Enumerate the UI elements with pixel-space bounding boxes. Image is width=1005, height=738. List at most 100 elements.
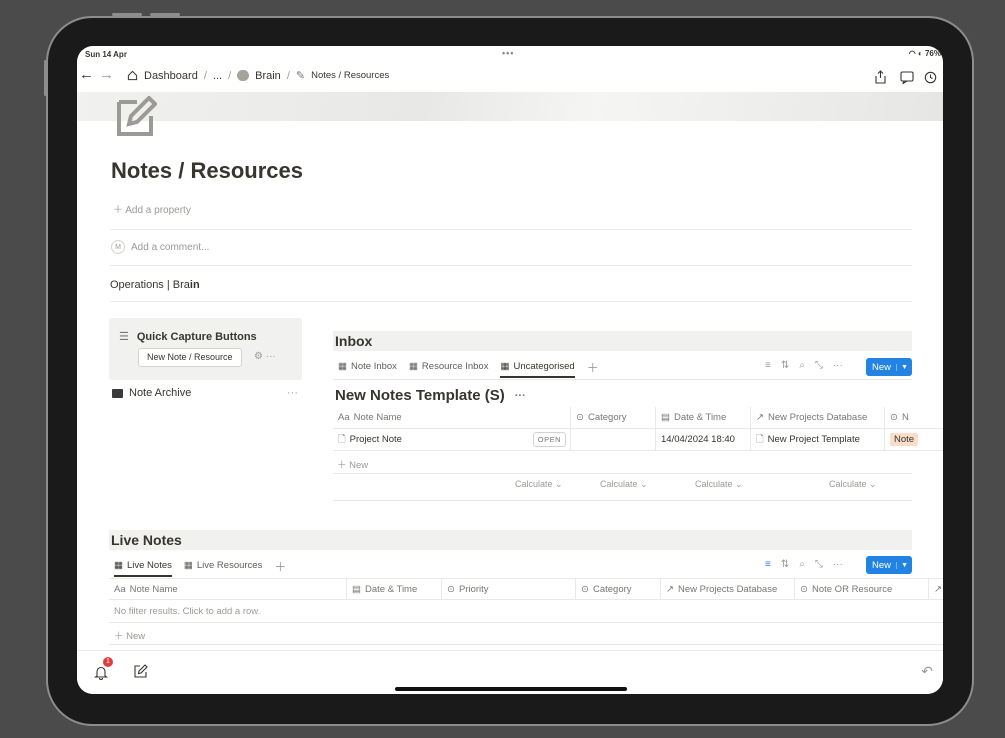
column-projects[interactable]: ↗ New Projects Database bbox=[751, 407, 885, 428]
more-icon[interactable]: ··· bbox=[287, 387, 298, 399]
add-row[interactable]: ＋ New bbox=[337, 457, 368, 471]
more-icon[interactable]: ··· bbox=[833, 559, 843, 570]
settings-icon[interactable]: ⚙ bbox=[254, 351, 263, 362]
add-row-label: New bbox=[349, 460, 369, 471]
column-n[interactable]: ⊙ N bbox=[885, 407, 943, 428]
back-arrow-icon[interactable]: ← bbox=[79, 66, 94, 83]
operations-link[interactable]: Operations | Brain bbox=[110, 279, 200, 291]
column-note-or-resource[interactable]: ⊙ Note OR Resource bbox=[795, 579, 929, 599]
add-comment[interactable]: M Add a comment... bbox=[111, 240, 209, 254]
forward-arrow-icon[interactable]: → bbox=[99, 66, 114, 83]
column-date-time[interactable]: ▤ Date & Time bbox=[347, 579, 442, 599]
operations-link-text: Operations | Bra bbox=[110, 279, 190, 291]
select-icon: ⊙ bbox=[890, 412, 898, 423]
no-filter-results[interactable]: No filter results. Click to add a row. bbox=[114, 606, 260, 617]
cell-project[interactable]: 🗋 New Project Template bbox=[751, 429, 885, 450]
tab-label: Note Inbox bbox=[350, 360, 397, 372]
tab-label: Uncategorised bbox=[513, 360, 575, 372]
column-label: Date & Time bbox=[673, 412, 727, 423]
column-projects[interactable]: ↗ New Projects Database bbox=[661, 579, 795, 599]
calculate-dropdown[interactable]: Calculate ⌄ bbox=[515, 479, 563, 490]
add-property[interactable]: ＋ Add a property bbox=[113, 201, 191, 216]
inbox-header[interactable]: Inbox bbox=[333, 331, 912, 351]
wifi-icon: ◠ bbox=[908, 49, 916, 58]
divider bbox=[110, 301, 912, 302]
column-date-time[interactable]: ▤ Date & Time bbox=[656, 407, 751, 428]
calculate-label: Calculate bbox=[695, 479, 733, 489]
new-button-label: New bbox=[872, 559, 892, 571]
cell-tag[interactable]: Note bbox=[885, 429, 943, 450]
more-icon[interactable]: ··· bbox=[266, 351, 276, 362]
page-title[interactable]: Notes / Resources bbox=[111, 158, 303, 184]
cell-date[interactable]: 14/04/2024 18:40 bbox=[656, 429, 751, 450]
note-archive-label: Note Archive bbox=[129, 387, 192, 399]
open-button[interactable]: OPEN bbox=[532, 432, 566, 447]
add-row[interactable]: ＋ New bbox=[114, 628, 145, 642]
calculate-dropdown[interactable]: Calculate ⌄ bbox=[829, 479, 877, 490]
filter-icon[interactable]: ≡ bbox=[765, 559, 771, 570]
search-icon[interactable]: ⌕ bbox=[799, 559, 805, 570]
breadcrumb-dashboard[interactable]: Dashboard bbox=[144, 70, 198, 82]
multitask-dots[interactable]: ••• bbox=[502, 48, 514, 58]
search-icon[interactable]: ⌕ bbox=[799, 360, 805, 371]
history-clock-icon[interactable] bbox=[924, 68, 937, 84]
add-view-icon[interactable]: ＋ bbox=[587, 359, 599, 376]
select-icon: ⊙ bbox=[581, 583, 589, 595]
tab-note-inbox[interactable]: ▦ Note Inbox bbox=[338, 356, 397, 378]
calculate-dropdown[interactable]: Calculate ⌄ bbox=[600, 479, 648, 490]
expand-icon[interactable]: ⤡ bbox=[815, 360, 823, 371]
filter-icon[interactable]: ≡ bbox=[765, 360, 771, 371]
column-label: Note Name bbox=[129, 583, 178, 595]
expand-icon[interactable]: ⤡ bbox=[815, 559, 823, 570]
screen: Sun 14 Apr ••• ◠ ◐ 76% ← → Dashboard / .… bbox=[77, 46, 943, 694]
view-title[interactable]: New Notes Template (S) ··· bbox=[335, 387, 526, 404]
page-edit-icon[interactable] bbox=[115, 95, 158, 148]
tab-label: Resource Inbox bbox=[421, 360, 489, 372]
share-icon[interactable] bbox=[874, 68, 887, 84]
note-archive-link[interactable]: Note Archive ··· bbox=[112, 387, 298, 399]
compose-icon[interactable] bbox=[133, 662, 148, 679]
relation-arrow-icon: ↗ bbox=[756, 412, 764, 423]
breadcrumb-ellipsis[interactable]: ... bbox=[213, 70, 222, 82]
tab-uncategorised[interactable]: ▦ Uncategorised bbox=[500, 356, 575, 378]
sort-icon[interactable]: ⇅ bbox=[781, 559, 789, 570]
cell-note-name[interactable]: 🗋 Project Note OPEN bbox=[333, 429, 571, 450]
quick-capture-title[interactable]: ☰ Quick Capture Buttons bbox=[119, 330, 257, 344]
quick-capture-box: ☰ Quick Capture Buttons New Note / Resou… bbox=[109, 318, 302, 380]
status-right: ◠ ◐ 76% bbox=[909, 49, 941, 58]
chevron-down-icon[interactable]: ▼ bbox=[896, 363, 912, 371]
column-category[interactable]: ⊙ Category bbox=[571, 407, 656, 428]
add-view-icon[interactable]: ＋ bbox=[274, 558, 286, 575]
tab-live-notes[interactable]: ▦ Live Notes bbox=[114, 555, 172, 577]
calculate-dropdown[interactable]: Calculate ⌄ bbox=[695, 479, 743, 490]
column-note-name[interactable]: Aa Note Name bbox=[333, 407, 571, 428]
plus-icon: ＋ bbox=[113, 205, 126, 216]
live-new-button[interactable]: New ▼ bbox=[866, 556, 912, 574]
comments-icon[interactable] bbox=[900, 68, 914, 84]
column-category[interactable]: ⊙ Category bbox=[576, 579, 661, 599]
tab-resource-inbox[interactable]: ▦ Resource Inbox bbox=[409, 356, 489, 378]
column-priority[interactable]: ⊙ Priority bbox=[442, 579, 576, 599]
sort-icon[interactable]: ⇅ bbox=[781, 360, 789, 371]
cell-category[interactable] bbox=[571, 429, 656, 450]
table-row[interactable]: 🗋 Project Note OPEN 14/04/2024 18:40 🗋 New … bbox=[333, 429, 943, 451]
status-date: Sun 14 Apr bbox=[85, 50, 127, 59]
tab-live-resources[interactable]: ▦ Live Resources bbox=[184, 555, 262, 577]
column-note-name[interactable]: Aa Note Name bbox=[109, 579, 347, 599]
inbox-column-header: Aa Note Name ⊙ Category ▤ Date & Time ↗ New … bbox=[333, 407, 943, 429]
new-note-resource-button[interactable]: New Note / Resource bbox=[138, 348, 242, 367]
inbox-tabs: ▦ Note Inbox ▦ Resource Inbox ▦ Uncategoris… bbox=[338, 356, 599, 378]
column-label: Date & Time bbox=[364, 583, 418, 595]
live-notes-header[interactable]: Live Notes bbox=[109, 530, 912, 550]
inbox-new-button[interactable]: New ▼ bbox=[866, 358, 912, 376]
avatar: M bbox=[111, 240, 125, 254]
more-icon[interactable]: ··· bbox=[833, 360, 843, 371]
column-next[interactable]: ↗ bbox=[929, 579, 943, 599]
chevron-down-icon[interactable]: ▼ bbox=[896, 561, 912, 569]
breadcrumb-current[interactable]: Notes / Resources bbox=[311, 70, 389, 81]
text-type-icon: Aa bbox=[114, 583, 126, 595]
breadcrumb-brain[interactable]: Brain bbox=[255, 70, 281, 82]
more-icon[interactable]: ··· bbox=[515, 390, 526, 402]
page-cover[interactable] bbox=[77, 92, 943, 121]
undo-icon[interactable]: ↶ bbox=[921, 663, 933, 680]
